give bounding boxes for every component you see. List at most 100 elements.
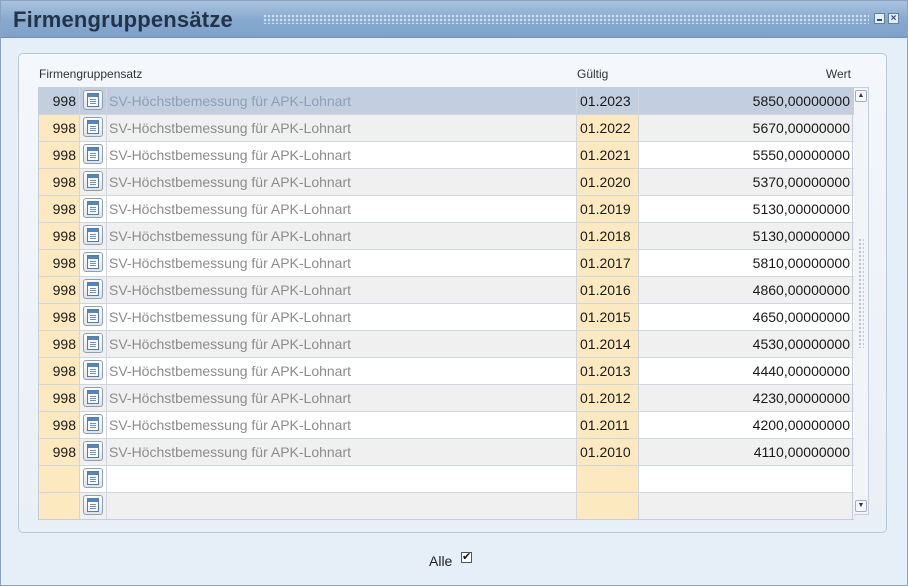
document-icon[interactable] xyxy=(83,90,103,110)
scrollbar-grip[interactable] xyxy=(858,238,864,348)
row-valid-date: 01.2015 xyxy=(576,304,639,330)
table-row-empty[interactable] xyxy=(39,466,854,493)
table-row[interactable]: 998 SV-Höchstbemessung für APK-Lohnart 0… xyxy=(39,331,854,358)
row-valid-date: 01.2023 xyxy=(576,88,639,114)
row-valid-date: 01.2016 xyxy=(576,277,639,303)
minimize-icon[interactable] xyxy=(874,13,885,24)
document-icon[interactable] xyxy=(83,225,103,245)
row-value: 4110,00000000 xyxy=(639,439,853,465)
table-row[interactable]: 998 SV-Höchstbemessung für APK-Lohnart 0… xyxy=(39,439,854,466)
row-number: 998 xyxy=(39,250,79,276)
close-icon[interactable]: × xyxy=(888,13,899,24)
document-icon[interactable] xyxy=(83,306,103,326)
table-row[interactable]: 998 SV-Höchstbemessung für APK-Lohnart 0… xyxy=(39,142,854,169)
document-icon[interactable] xyxy=(83,279,103,299)
row-description: SV-Höchstbemessung für APK-Lohnart xyxy=(109,336,352,352)
row-number: 998 xyxy=(39,196,79,222)
row-valid-date xyxy=(576,493,639,519)
document-icon[interactable] xyxy=(83,495,103,515)
row-number: 998 xyxy=(39,412,79,438)
row-number xyxy=(39,493,79,519)
row-description: SV-Höchstbemessung für APK-Lohnart xyxy=(109,255,352,271)
row-valid-date xyxy=(576,466,639,492)
document-icon[interactable] xyxy=(83,441,103,461)
row-value: 4530,00000000 xyxy=(639,331,853,357)
document-icon[interactable] xyxy=(83,387,103,407)
row-description: SV-Höchstbemessung für APK-Lohnart xyxy=(109,120,352,136)
table-row[interactable]: 998 SV-Höchstbemessung für APK-Lohnart 0… xyxy=(39,385,854,412)
table-row[interactable]: 998 SV-Höchstbemessung für APK-Lohnart 0… xyxy=(39,169,854,196)
row-number: 998 xyxy=(39,331,79,357)
document-icon[interactable] xyxy=(83,144,103,164)
row-value: 4650,00000000 xyxy=(639,304,853,330)
row-valid-date: 01.2018 xyxy=(576,223,639,249)
row-value: 5130,00000000 xyxy=(639,223,853,249)
row-description: SV-Höchstbemessung für APK-Lohnart xyxy=(109,282,352,298)
row-number: 998 xyxy=(39,88,79,114)
row-number: 998 xyxy=(39,304,79,330)
row-valid-date: 01.2013 xyxy=(576,358,639,384)
row-number: 998 xyxy=(39,115,79,141)
row-number: 998 xyxy=(39,439,79,465)
vertical-scrollbar[interactable]: ▲ ▼ xyxy=(854,87,869,515)
row-value: 4440,00000000 xyxy=(639,358,853,384)
row-valid-date: 01.2011 xyxy=(576,412,639,438)
table-row[interactable]: 998 SV-Höchstbemessung für APK-Lohnart 0… xyxy=(39,358,854,385)
document-icon[interactable] xyxy=(83,198,103,218)
table-row[interactable]: 998 SV-Höchstbemessung für APK-Lohnart 0… xyxy=(39,196,854,223)
row-number: 998 xyxy=(39,385,79,411)
data-grid: 998 SV-Höchstbemessung für APK-Lohnart 0… xyxy=(38,87,854,520)
document-icon[interactable] xyxy=(83,333,103,353)
document-icon[interactable] xyxy=(83,360,103,380)
row-value xyxy=(639,493,853,519)
table-row[interactable]: 998 SV-Höchstbemessung für APK-Lohnart 0… xyxy=(39,277,854,304)
row-valid-date: 01.2019 xyxy=(576,196,639,222)
table-row[interactable]: 998 SV-Höchstbemessung für APK-Lohnart 0… xyxy=(39,250,854,277)
alle-checkbox[interactable]: ✔ xyxy=(461,552,472,563)
row-description: SV-Höchstbemessung für APK-Lohnart xyxy=(109,174,352,190)
row-number: 998 xyxy=(39,223,79,249)
scroll-down-icon[interactable]: ▼ xyxy=(855,500,867,512)
document-icon[interactable] xyxy=(83,468,103,488)
row-value xyxy=(639,466,853,492)
row-number xyxy=(39,466,79,492)
row-description: SV-Höchstbemessung für APK-Lohnart xyxy=(109,444,352,460)
row-description: SV-Höchstbemessung für APK-Lohnart xyxy=(109,228,352,244)
document-icon[interactable] xyxy=(83,171,103,191)
scroll-up-icon[interactable]: ▲ xyxy=(855,90,867,102)
row-value: 4200,00000000 xyxy=(639,412,853,438)
column-header-gueltig[interactable]: Gültig xyxy=(577,67,608,81)
row-value: 5370,00000000 xyxy=(639,169,853,195)
document-icon[interactable] xyxy=(83,252,103,272)
row-description: SV-Höchstbemessung für APK-Lohnart xyxy=(109,390,352,406)
table-row-empty[interactable] xyxy=(39,493,854,519)
table-row[interactable]: 998 SV-Höchstbemessung für APK-Lohnart 0… xyxy=(39,88,854,115)
row-description: SV-Höchstbemessung für APK-Lohnart xyxy=(109,201,352,217)
document-icon[interactable] xyxy=(83,117,103,137)
row-number: 998 xyxy=(39,169,79,195)
table-row[interactable]: 998 SV-Höchstbemessung für APK-Lohnart 0… xyxy=(39,304,854,331)
row-valid-date: 01.2020 xyxy=(576,169,639,195)
row-description: SV-Höchstbemessung für APK-Lohnart xyxy=(109,147,352,163)
row-description: SV-Höchstbemessung für APK-Lohnart xyxy=(109,417,352,433)
document-icon[interactable] xyxy=(83,414,103,434)
window: Firmengruppensätze × Firmengruppensatz G… xyxy=(0,0,908,586)
row-value: 5550,00000000 xyxy=(639,142,853,168)
row-valid-date: 01.2012 xyxy=(576,385,639,411)
column-header-firmengruppensatz[interactable]: Firmengruppensatz xyxy=(39,67,142,81)
row-value: 5670,00000000 xyxy=(639,115,853,141)
alle-label: Alle xyxy=(429,553,453,569)
table-row[interactable]: 998 SV-Höchstbemessung für APK-Lohnart 0… xyxy=(39,115,854,142)
table-row[interactable]: 998 SV-Höchstbemessung für APK-Lohnart 0… xyxy=(39,223,854,250)
title-bar-pattern xyxy=(263,14,869,24)
column-header-wert[interactable]: Wert xyxy=(641,67,851,81)
row-valid-date: 01.2021 xyxy=(576,142,639,168)
title-bar: Firmengruppensätze × xyxy=(1,1,907,38)
row-value: 5810,00000000 xyxy=(639,250,853,276)
row-value: 4860,00000000 xyxy=(639,277,853,303)
row-description xyxy=(107,493,576,519)
row-description xyxy=(107,466,576,492)
row-value: 5850,00000000 xyxy=(639,88,853,114)
table-row[interactable]: 998 SV-Höchstbemessung für APK-Lohnart 0… xyxy=(39,412,854,439)
row-value: 4230,00000000 xyxy=(639,385,853,411)
